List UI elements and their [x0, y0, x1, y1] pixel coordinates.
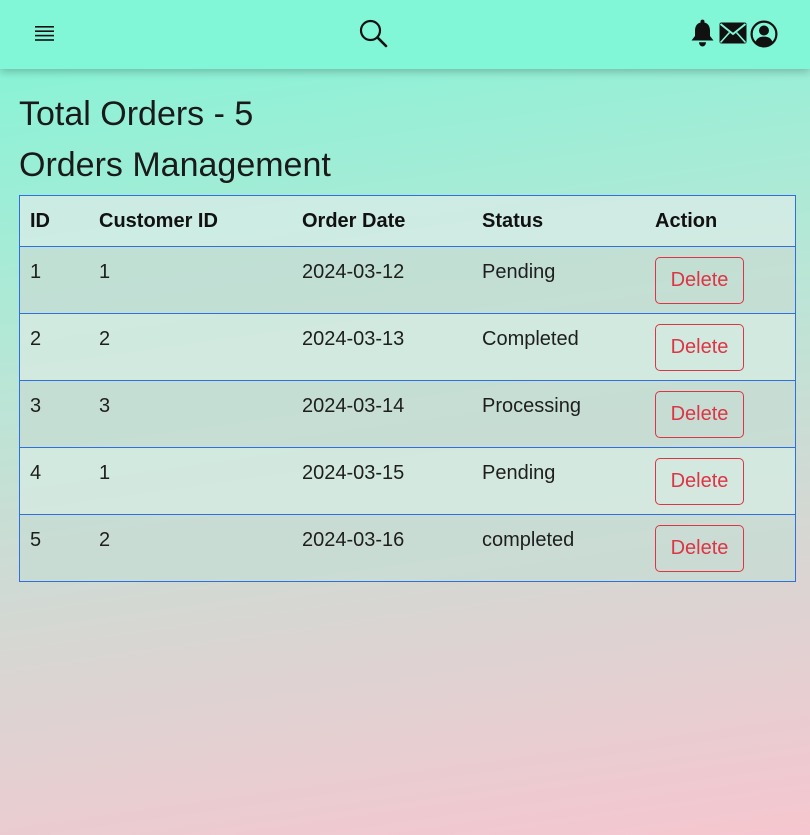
mail-icon[interactable] — [719, 22, 747, 44]
status-cell: Completed — [472, 313, 645, 381]
column-header-customer-id: Customer ID — [89, 195, 292, 247]
order-id-cell: 3 — [19, 380, 89, 448]
order-id-cell: 1 — [19, 246, 89, 314]
column-header-action: Action — [645, 195, 796, 247]
customer-id-cell: 1 — [89, 246, 292, 314]
delete-button[interactable]: Delete — [655, 525, 744, 572]
table-row: 1 1 2024-03-12 Pending Delete — [19, 246, 796, 314]
action-cell: Delete — [645, 447, 796, 515]
bell-icon[interactable] — [690, 19, 715, 47]
orders-table: ID Customer ID Order Date Status Action … — [19, 195, 796, 582]
hamburger-menu-icon[interactable] — [35, 26, 54, 41]
top-navbar — [0, 0, 810, 69]
action-cell: Delete — [645, 514, 796, 582]
customer-id-cell: 2 — [89, 514, 292, 582]
order-date-cell: 2024-03-12 — [292, 246, 472, 314]
table-row: 3 3 2024-03-14 Processing Delete — [19, 380, 796, 448]
status-cell: completed — [472, 514, 645, 582]
table-header-row: ID Customer ID Order Date Status Action — [19, 195, 796, 247]
order-id-cell: 5 — [19, 514, 89, 582]
delete-button[interactable]: Delete — [655, 458, 744, 505]
table-row: 5 2 2024-03-16 completed Delete — [19, 514, 796, 582]
status-cell: Pending — [472, 447, 645, 515]
customer-id-cell: 2 — [89, 313, 292, 381]
order-date-cell: 2024-03-14 — [292, 380, 472, 448]
action-cell: Delete — [645, 246, 796, 314]
action-cell: Delete — [645, 313, 796, 381]
order-date-cell: 2024-03-13 — [292, 313, 472, 381]
table-row: 4 1 2024-03-15 Pending Delete — [19, 447, 796, 515]
action-cell: Delete — [645, 380, 796, 448]
page-title: Orders Management — [19, 146, 331, 184]
order-date-cell: 2024-03-16 — [292, 514, 472, 582]
total-orders-count: Total Orders - 5 — [19, 95, 254, 133]
delete-button[interactable]: Delete — [655, 257, 744, 304]
status-cell: Pending — [472, 246, 645, 314]
status-cell: Processing — [472, 380, 645, 448]
order-date-cell: 2024-03-15 — [292, 447, 472, 515]
user-circle-icon[interactable] — [750, 20, 778, 48]
table-row: 2 2 2024-03-13 Completed Delete — [19, 313, 796, 381]
customer-id-cell: 1 — [89, 447, 292, 515]
column-header-order-date: Order Date — [292, 195, 472, 247]
delete-button[interactable]: Delete — [655, 391, 744, 438]
order-id-cell: 2 — [19, 313, 89, 381]
column-header-status: Status — [472, 195, 645, 247]
column-header-id: ID — [19, 195, 89, 247]
order-id-cell: 4 — [19, 447, 89, 515]
customer-id-cell: 3 — [89, 380, 292, 448]
delete-button[interactable]: Delete — [655, 324, 744, 371]
search-icon[interactable] — [359, 19, 388, 48]
